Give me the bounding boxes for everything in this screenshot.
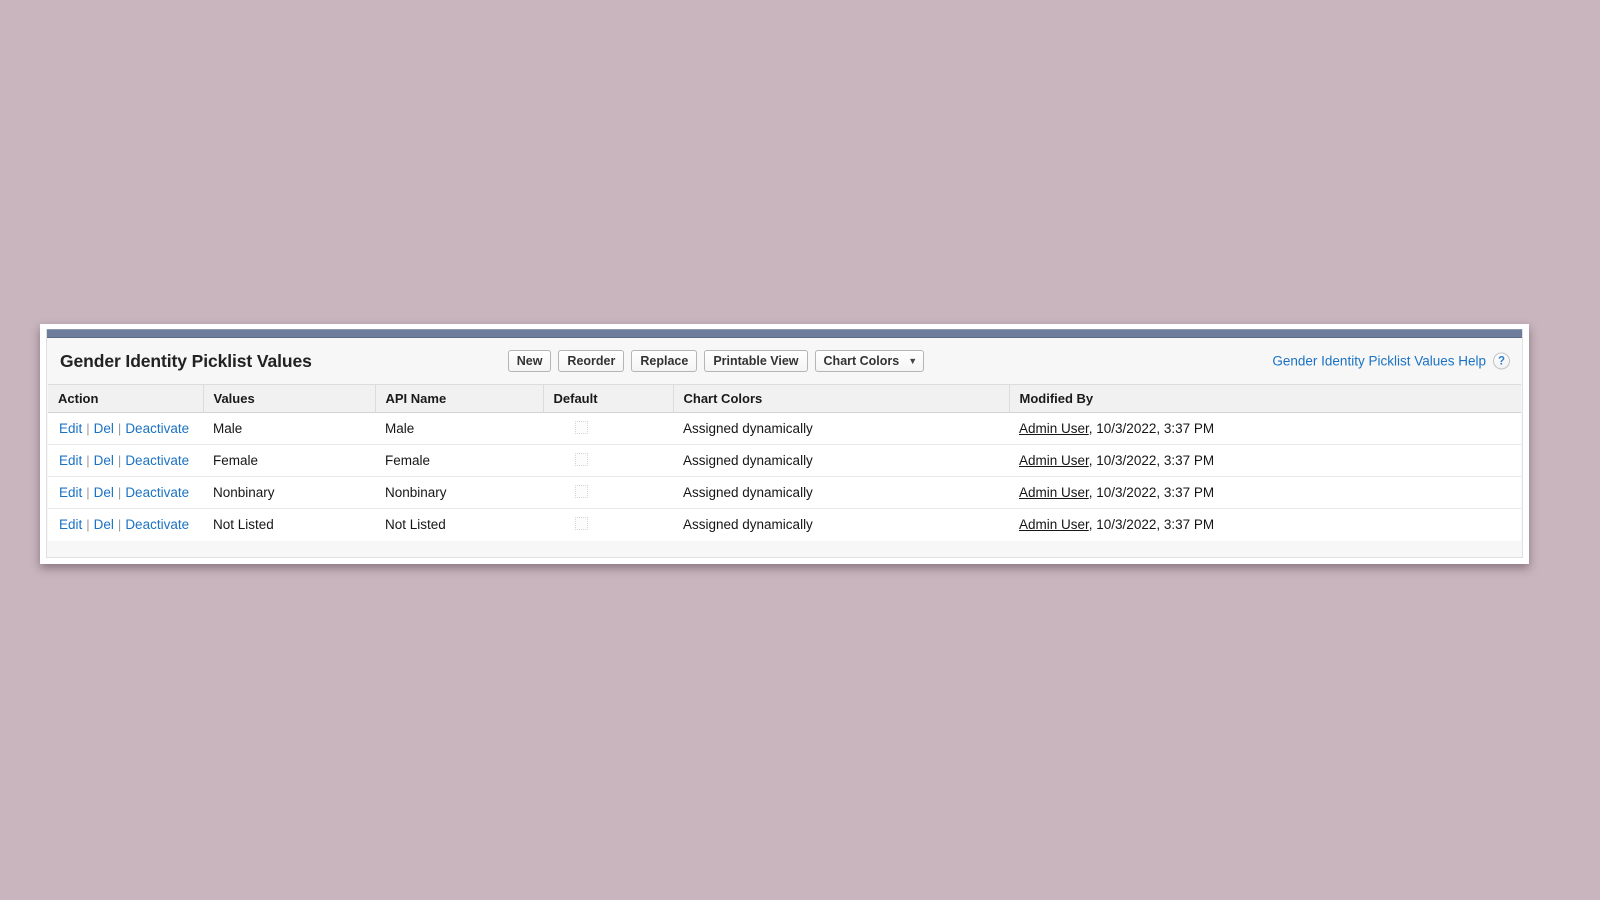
table-header: Action Values API Name Default Chart Col… <box>48 385 1521 413</box>
modified-by-timestamp: , 10/3/2022, 3:37 PM <box>1088 421 1215 436</box>
edit-link[interactable]: Edit <box>59 421 82 436</box>
toolbar: New Reorder Replace Printable View Chart… <box>507 350 925 372</box>
deactivate-link[interactable]: Deactivate <box>125 453 189 468</box>
help-question-icon[interactable]: ? <box>1493 352 1510 370</box>
default-checkbox[interactable] <box>575 484 588 498</box>
modified-by-user-link[interactable]: Admin User <box>1019 517 1089 532</box>
action-separator: | <box>86 517 90 533</box>
edit-link[interactable]: Edit <box>59 517 82 532</box>
cell-default <box>543 444 673 477</box>
default-checkbox[interactable] <box>575 420 588 434</box>
chevron-down-icon: ▼ <box>908 355 918 366</box>
action-separator: | <box>86 485 90 500</box>
cell-chart-color: Assigned dynamically <box>683 517 813 533</box>
page-title: Gender Identity Picklist Values <box>60 350 312 371</box>
cell-default <box>543 412 673 445</box>
picklist-table-wrapper: Action Values API Name Default Chart Col… <box>48 384 1521 541</box>
del-link[interactable]: Del <box>94 421 114 436</box>
cell-value: Not Listed <box>213 517 274 533</box>
cell-api-name: Not Listed <box>385 517 446 533</box>
column-header-chart-colors: Chart Colors <box>673 385 1010 413</box>
modified-by-user-link[interactable]: Admin User <box>1019 421 1089 436</box>
cell-action: Edit | Del | Deactivate <box>48 509 203 541</box>
del-link[interactable]: Del <box>94 517 114 532</box>
table-row: Edit | Del | Deactivate Male Male Assigned dyna… <box>48 412 1521 445</box>
column-header-values: Values <box>203 385 376 413</box>
column-header-default: Default <box>543 385 674 413</box>
cell-modified-by: Admin User, 10/3/2022, 3:37 PM <box>1009 476 1521 509</box>
action-separator: | <box>117 485 122 500</box>
cell-api-name: Female <box>375 444 543 477</box>
help-link[interactable]: Gender Identity Picklist Values Help <box>1272 354 1486 369</box>
picklist-values-table: Action Values API Name Default Chart Col… <box>48 385 1521 541</box>
cell-default <box>543 509 673 541</box>
default-checkbox[interactable] <box>575 516 588 530</box>
cell-action: Edit | Del | Deactivate <box>48 444 203 477</box>
action-separator: | <box>117 453 122 468</box>
del-link[interactable]: Del <box>94 485 114 500</box>
action-separator: | <box>86 453 90 468</box>
column-header-action: Action <box>48 385 204 413</box>
cell-default <box>543 476 673 509</box>
cell-api-name: Nonbinary <box>375 476 543 509</box>
chart-colors-dropdown-button[interactable]: Chart Colors ▼ <box>814 350 925 372</box>
column-header-modified-by: Modified By <box>1009 385 1521 413</box>
modified-by-timestamp: , 10/3/2022, 3:37 PM <box>1088 453 1215 468</box>
picklist-panel: Gender Identity Picklist Values New Reor… <box>46 329 1523 558</box>
help-area: Gender Identity Picklist Values Help ? <box>1272 352 1510 370</box>
chart-colors-label: Chart Colors <box>823 354 900 368</box>
cell-value: Male <box>203 412 375 445</box>
modified-by-timestamp: , 10/3/2022, 3:37 PM <box>1088 517 1215 533</box>
action-separator: | <box>117 421 122 436</box>
deactivate-link[interactable]: Deactivate <box>125 517 189 532</box>
table-row: Edit | Del | Deactivate Nonbinary Nonbinary Ass… <box>48 476 1521 509</box>
reorder-button[interactable]: Reorder <box>558 350 625 372</box>
cell-modified-by: Admin User, 10/3/2022, 3:37 PM <box>1009 444 1521 477</box>
cell-chart-color: Assigned dynamically <box>673 444 1009 477</box>
modified-by-timestamp: , 10/3/2022, 3:37 PM <box>1088 485 1215 500</box>
window-frame: Gender Identity Picklist Values New Reor… <box>40 324 1529 564</box>
deactivate-link[interactable]: Deactivate <box>125 421 189 436</box>
table-row: Edit | Del | Deactivate Female Female Assigned … <box>48 444 1521 477</box>
table-row: Edit | Del | Deactivate Not Listed Not Listed A… <box>48 509 1521 541</box>
cell-action: Edit | Del | Deactivate <box>48 412 203 445</box>
default-checkbox[interactable] <box>575 452 588 466</box>
panel-header: Gender Identity Picklist Values New Reor… <box>47 338 1522 384</box>
cell-modified-by: Admin User, 10/3/2022, 3:37 PM <box>1009 509 1521 541</box>
cell-value: Nonbinary <box>203 476 375 509</box>
table-body: Edit | Del | Deactivate Male Male Assigned dyna… <box>48 412 1521 541</box>
replace-button[interactable]: Replace <box>631 350 698 372</box>
action-separator: | <box>86 421 90 436</box>
cell-chart-color: Assigned dynamically <box>673 476 1009 509</box>
cell-modified-by: Admin User, 10/3/2022, 3:37 PM <box>1009 412 1521 445</box>
table-header-row: Action Values API Name Default Chart Col… <box>48 385 1521 413</box>
edit-link[interactable]: Edit <box>59 485 82 500</box>
printable-view-button[interactable]: Printable View <box>704 350 808 372</box>
edit-link[interactable]: Edit <box>59 453 82 468</box>
deactivate-link[interactable]: Deactivate <box>125 485 189 500</box>
accent-bar <box>47 329 1522 338</box>
cell-value: Female <box>203 444 375 477</box>
cell-api-name: Male <box>375 412 543 445</box>
modified-by-user-link[interactable]: Admin User <box>1019 453 1089 468</box>
cell-action: Edit | Del | Deactivate <box>48 476 203 509</box>
new-button[interactable]: New <box>507 350 552 372</box>
column-header-api-name: API Name <box>375 385 544 413</box>
action-separator: | <box>117 517 122 533</box>
del-link[interactable]: Del <box>94 453 114 468</box>
cell-chart-color: Assigned dynamically <box>673 412 1009 445</box>
modified-by-user-link[interactable]: Admin User <box>1019 485 1089 500</box>
